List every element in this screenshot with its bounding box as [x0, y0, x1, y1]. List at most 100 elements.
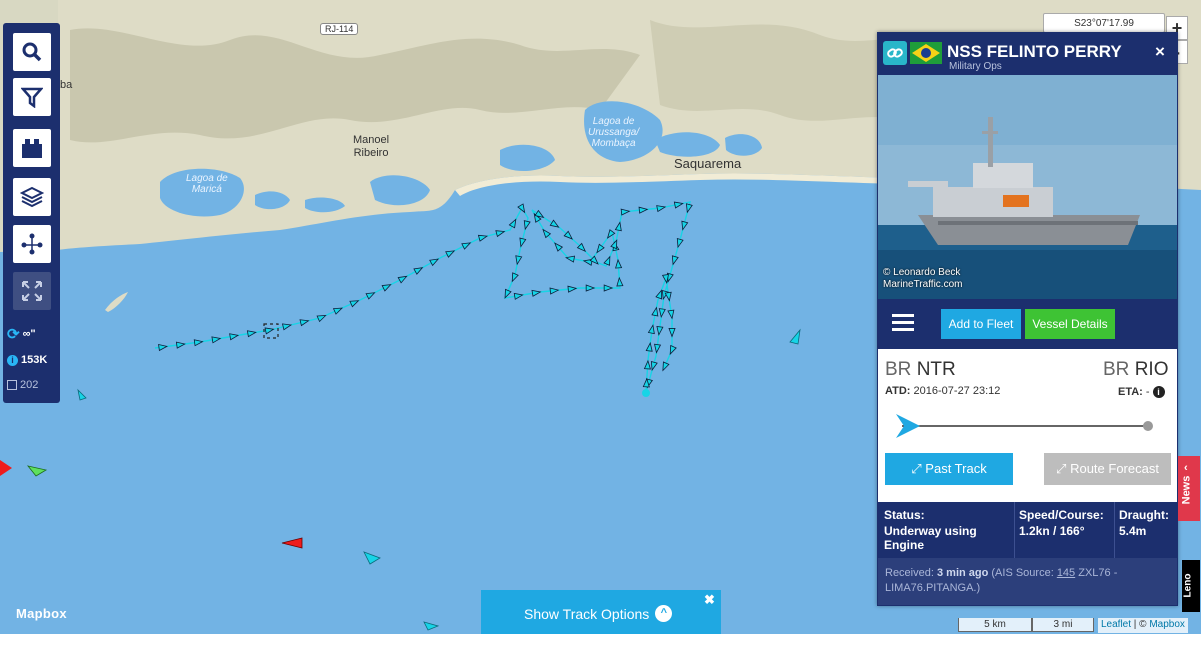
vessel-actions-bar: Add to Fleet Vessel Details	[878, 299, 1177, 349]
origin-port: BR NTR	[885, 359, 956, 380]
track-arrow	[582, 258, 593, 266]
track-arrow	[671, 255, 679, 266]
track-arrow	[511, 272, 519, 283]
photo-credit: © Leonardo Beck MarineTraffic.com	[883, 267, 963, 290]
track-arrow	[549, 287, 560, 295]
brazil-flag-icon	[910, 42, 942, 64]
vessel-photo[interactable]: © Leonardo Beck MarineTraffic.com	[878, 75, 1177, 299]
fleet-button[interactable]	[13, 129, 51, 167]
mapbox-logo[interactable]: Mapbox	[16, 606, 67, 621]
status-cell: Status: Underway using Engine	[884, 508, 977, 552]
track-arrow	[603, 255, 611, 266]
vessel-marker	[26, 465, 48, 477]
refresh-icon: ⟳	[7, 326, 20, 343]
track-arrow	[616, 276, 624, 287]
network-icon	[21, 233, 43, 255]
fullscreen-button[interactable]	[13, 272, 51, 310]
refresh-status[interactable]: ⟳ ∞"	[7, 325, 36, 343]
layers-button[interactable]	[13, 178, 51, 216]
leaflet-link[interactable]: Leaflet	[1101, 619, 1131, 630]
mapbox-link[interactable]: Mapbox	[1149, 619, 1185, 630]
fleet-icon	[22, 139, 42, 158]
map-toolbar: ⟳ ∞" i 153K 202	[3, 23, 60, 403]
track-arrow	[676, 238, 684, 249]
track-arrow	[662, 361, 670, 372]
track-arrow	[643, 359, 651, 370]
road-shield: RJ-114	[320, 23, 359, 35]
draught-cell: Draught: 5.4m	[1119, 508, 1169, 538]
vessel-info-panel: NSS FELINTO PERRY Military Ops × © Leona	[877, 32, 1178, 606]
network-button[interactable]	[13, 225, 51, 263]
voyage-progress	[896, 414, 1153, 438]
place-label-saquarema: Saquarema	[674, 156, 742, 171]
vessel-marker	[281, 537, 303, 549]
track-arrow	[429, 258, 440, 267]
track-arrow	[513, 292, 524, 300]
news-tab[interactable]: ‹ News	[1178, 456, 1200, 521]
track-arrow	[614, 221, 622, 232]
speed-course-cell: Speed/Course: 1.2kn / 166°	[1019, 508, 1104, 538]
track-arrow	[638, 206, 649, 214]
vessel-name: NSS FELINTO PERRY	[947, 42, 1122, 61]
destination-dot	[1143, 421, 1153, 431]
ad-banner[interactable]: Leno	[1182, 560, 1200, 612]
map-app: Manoel Ribeiro Saquarema ba Lagoa de Maric…	[0, 0, 1201, 645]
track-arrow	[603, 284, 614, 292]
vessel-marker	[789, 328, 801, 345]
checkbox-icon	[7, 380, 17, 390]
show-track-options-button[interactable]: Show Track Options ^ ✖	[481, 590, 721, 634]
track-arrow	[299, 319, 310, 327]
track-arrow	[650, 360, 658, 372]
track-arrow	[549, 219, 560, 228]
vessel-details-button[interactable]: Vessel Details	[1025, 309, 1115, 339]
place-label-partial: ba	[60, 79, 73, 91]
track-arrow	[656, 205, 667, 213]
track-arrow	[397, 275, 408, 284]
search-icon	[22, 42, 42, 62]
vessel-photo-image	[878, 75, 1177, 299]
track-arrow	[193, 339, 204, 347]
track-arrow	[585, 284, 596, 292]
track-arrow	[668, 328, 676, 338]
atd: ATD: 2016-07-27 23:12	[885, 385, 1001, 397]
past-track-button[interactable]: ⤢ Past Track	[885, 453, 1013, 485]
track-arrow	[211, 336, 222, 344]
track-arrow	[175, 341, 186, 349]
track-arrow	[229, 333, 240, 341]
track-arrow	[658, 308, 666, 319]
voyage-section: BR NTR BR RIO ATD: 2016-07-27 23:12 ETA:…	[878, 349, 1177, 502]
add-to-fleet-button[interactable]: Add to Fleet	[941, 309, 1021, 339]
ais-source-link[interactable]: 145	[1057, 567, 1075, 579]
selected-count[interactable]: 202	[7, 379, 38, 391]
track-arrow	[349, 300, 360, 308]
close-track-options-button[interactable]: ✖	[704, 592, 715, 608]
lagoon-label-urussanga: Lagoa de Urussanga/Mombaça	[588, 116, 640, 149]
filter-icon	[21, 87, 43, 108]
vessel-marker	[363, 551, 381, 565]
close-panel-button[interactable]: ×	[1155, 42, 1165, 62]
route-forecast-button[interactable]: ⤢ Route Forecast	[1044, 453, 1171, 485]
place-label-manoel-ribeiro: Manoel Ribeiro	[353, 134, 390, 159]
track-arrow	[495, 230, 506, 238]
track-arrow	[523, 220, 531, 231]
filter-button[interactable]	[13, 78, 51, 116]
menu-button[interactable]	[892, 314, 914, 332]
track-arrow	[461, 242, 472, 250]
track-arrow	[567, 285, 578, 293]
track-arrow	[381, 284, 392, 292]
track-arrow	[246, 330, 257, 338]
track-arrow	[610, 239, 618, 250]
vessel-count: i 153K	[7, 354, 47, 366]
link-icon	[887, 48, 903, 58]
track-arrow	[647, 324, 655, 335]
track-arrow	[645, 341, 653, 352]
island	[105, 292, 128, 312]
track-arrow	[685, 203, 693, 214]
info-icon[interactable]: i	[1152, 386, 1165, 398]
link-button[interactable]	[883, 41, 907, 65]
track-arrow	[654, 343, 662, 354]
search-button[interactable]	[13, 33, 51, 71]
track-arrow	[332, 307, 344, 315]
bottom-strip	[0, 634, 1201, 645]
track-arrow	[620, 208, 631, 216]
